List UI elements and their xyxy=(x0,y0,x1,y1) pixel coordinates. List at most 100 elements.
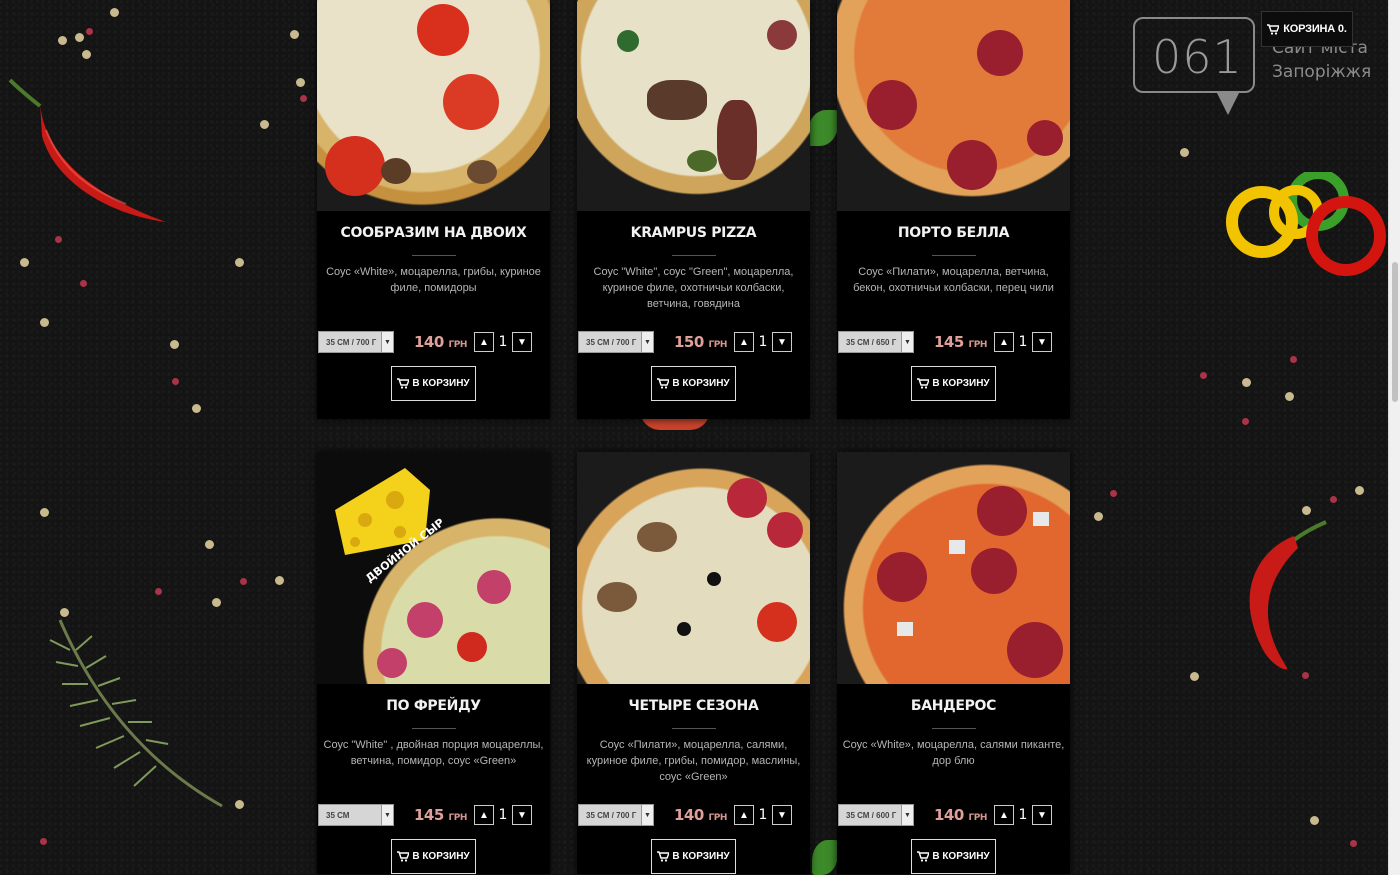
product-name: KRAMPUS PIZZA xyxy=(630,225,757,241)
peppercorn xyxy=(80,280,87,287)
cart-icon xyxy=(657,851,670,862)
add-to-cart-button[interactable]: В КОРЗИНУ xyxy=(391,839,476,874)
divider xyxy=(671,728,716,729)
price-value: 145 xyxy=(934,333,964,351)
size-select[interactable]: 35 СМ / 700 Г ▼ xyxy=(578,331,654,353)
chevron-down-icon: ▼ xyxy=(641,332,653,352)
add-to-cart-button[interactable]: В КОРЗИНУ xyxy=(911,839,996,874)
peppercorn xyxy=(1310,816,1319,825)
page-scrollbar[interactable] xyxy=(1388,0,1400,875)
quantity-decrease-button[interactable]: ▼ xyxy=(1032,332,1052,352)
quantity-value: 1 xyxy=(758,334,768,350)
price-value: 145 xyxy=(414,806,444,824)
chevron-up-icon: ▲ xyxy=(999,809,1009,821)
add-to-cart-button[interactable]: В КОРЗИНУ xyxy=(911,366,996,401)
peppercorn xyxy=(172,378,179,385)
peppercorn xyxy=(235,800,244,809)
price-value: 140 xyxy=(934,806,964,824)
cart-icon xyxy=(397,378,410,389)
chevron-down-icon: ▼ xyxy=(777,809,787,821)
chevron-up-icon: ▲ xyxy=(479,809,489,821)
currency: ГРН xyxy=(448,813,468,823)
bell-pepper-icon xyxy=(1226,172,1386,276)
add-to-cart-label: В КОРЗИНУ xyxy=(412,378,470,389)
size-select[interactable]: 35 СМ / 650 Г ▼ xyxy=(838,331,914,353)
add-to-cart-label: В КОРЗИНУ xyxy=(672,378,730,389)
scrollbar-thumb[interactable] xyxy=(1392,262,1398,402)
size-select[interactable]: 35 СМ / 600 Г ▼ xyxy=(838,804,914,826)
quantity-increase-button[interactable]: ▲ xyxy=(474,805,494,825)
chili-pepper-icon xyxy=(1249,520,1327,670)
product-image[interactable]: ДВОЙНОЙ СЫР xyxy=(317,452,550,684)
add-to-cart-button[interactable]: В КОРЗИНУ xyxy=(391,366,476,401)
quantity-increase-button[interactable]: ▲ xyxy=(734,805,754,825)
product-name: БАНДЕРОС xyxy=(910,698,997,714)
quantity-increase-button[interactable]: ▲ xyxy=(994,805,1014,825)
quantity-increase-button[interactable]: ▲ xyxy=(734,332,754,352)
quantity-value: 1 xyxy=(498,334,508,350)
product-price: 140 ГРН xyxy=(674,806,734,824)
currency: ГРН xyxy=(968,340,988,350)
product-description: Соус "White" , двойная порция моцареллы,… xyxy=(323,739,544,767)
quantity-increase-button[interactable]: ▲ xyxy=(994,332,1014,352)
peppercorn xyxy=(40,508,49,517)
peppercorn xyxy=(1094,512,1103,521)
cart-icon xyxy=(1267,23,1280,35)
peppercorn xyxy=(290,30,299,39)
currency: ГРН xyxy=(708,813,728,823)
chevron-down-icon: ▼ xyxy=(641,805,653,825)
header-cart-label: КОРЗИНА 0. xyxy=(1283,23,1347,35)
peppercorn xyxy=(86,28,93,35)
product-image[interactable] xyxy=(577,452,810,684)
currency: ГРН xyxy=(968,813,988,823)
size-select[interactable]: 35 СМ / 700 Г ▼ xyxy=(318,331,394,353)
quantity-decrease-button[interactable]: ▼ xyxy=(772,805,792,825)
product-image[interactable] xyxy=(837,452,1070,684)
product-price: 140 ГРН xyxy=(414,333,474,351)
divider xyxy=(671,255,716,256)
quantity-decrease-button[interactable]: ▼ xyxy=(512,332,532,352)
product-price: 145 ГРН xyxy=(934,333,994,351)
chevron-down-icon: ▼ xyxy=(517,809,527,821)
product-image[interactable] xyxy=(837,0,1070,211)
peppercorn xyxy=(300,95,307,102)
divider xyxy=(931,728,976,729)
add-to-cart-label: В КОРЗИНУ xyxy=(932,378,990,389)
product-image[interactable] xyxy=(577,0,810,211)
add-to-cart-button[interactable]: В КОРЗИНУ xyxy=(651,839,736,874)
divider xyxy=(411,255,456,256)
rosemary-icon xyxy=(49,619,223,808)
cart-icon xyxy=(917,378,930,389)
size-select[interactable]: 35 СМ / 700 Г ▼ xyxy=(578,804,654,826)
product-description: Соус "White", соус "Green", моцарелла, к… xyxy=(593,266,794,310)
peppercorn xyxy=(212,598,221,607)
peppercorn xyxy=(1242,418,1249,425)
product-name: ПО ФРЕЙДУ xyxy=(386,698,481,714)
product-card: ДВОЙНОЙ СЫР ПО ФРЕЙДУ Соус "White" , дво… xyxy=(317,452,550,874)
add-to-cart-button[interactable]: В КОРЗИНУ xyxy=(651,366,736,401)
chevron-up-icon: ▲ xyxy=(999,336,1009,348)
currency: ГРН xyxy=(708,340,728,350)
size-select-value: 35 СМ / 700 Г xyxy=(326,337,377,347)
quantity-decrease-button[interactable]: ▼ xyxy=(512,805,532,825)
cart-icon xyxy=(657,378,670,389)
peppercorn xyxy=(40,838,47,845)
quantity-decrease-button[interactable]: ▼ xyxy=(1032,805,1052,825)
price-value: 140 xyxy=(414,333,444,351)
quantity-decrease-button[interactable]: ▼ xyxy=(772,332,792,352)
peppercorn xyxy=(240,578,247,585)
chili-pepper-icon xyxy=(8,78,166,222)
header-cart-button[interactable]: КОРЗИНА 0. xyxy=(1261,11,1353,47)
size-select-value: 35 СМ / 700 Г xyxy=(586,337,637,347)
quantity-value: 1 xyxy=(1018,334,1028,350)
product-card: СООБРАЗИМ НА ДВОИХ Соус «White», моцарел… xyxy=(317,0,550,419)
product-description: Соус «White», моцарелла, салями пиканте,… xyxy=(842,739,1065,767)
product-image[interactable] xyxy=(317,0,550,211)
site-logo[interactable]: 061 xyxy=(1130,14,1260,115)
size-select[interactable]: 35 СМ ▼ xyxy=(318,804,394,826)
peppercorn xyxy=(1290,356,1297,363)
peppercorn xyxy=(1200,372,1207,379)
chevron-down-icon: ▼ xyxy=(901,805,913,825)
add-to-cart-label: В КОРЗИНУ xyxy=(672,851,730,862)
quantity-increase-button[interactable]: ▲ xyxy=(474,332,494,352)
